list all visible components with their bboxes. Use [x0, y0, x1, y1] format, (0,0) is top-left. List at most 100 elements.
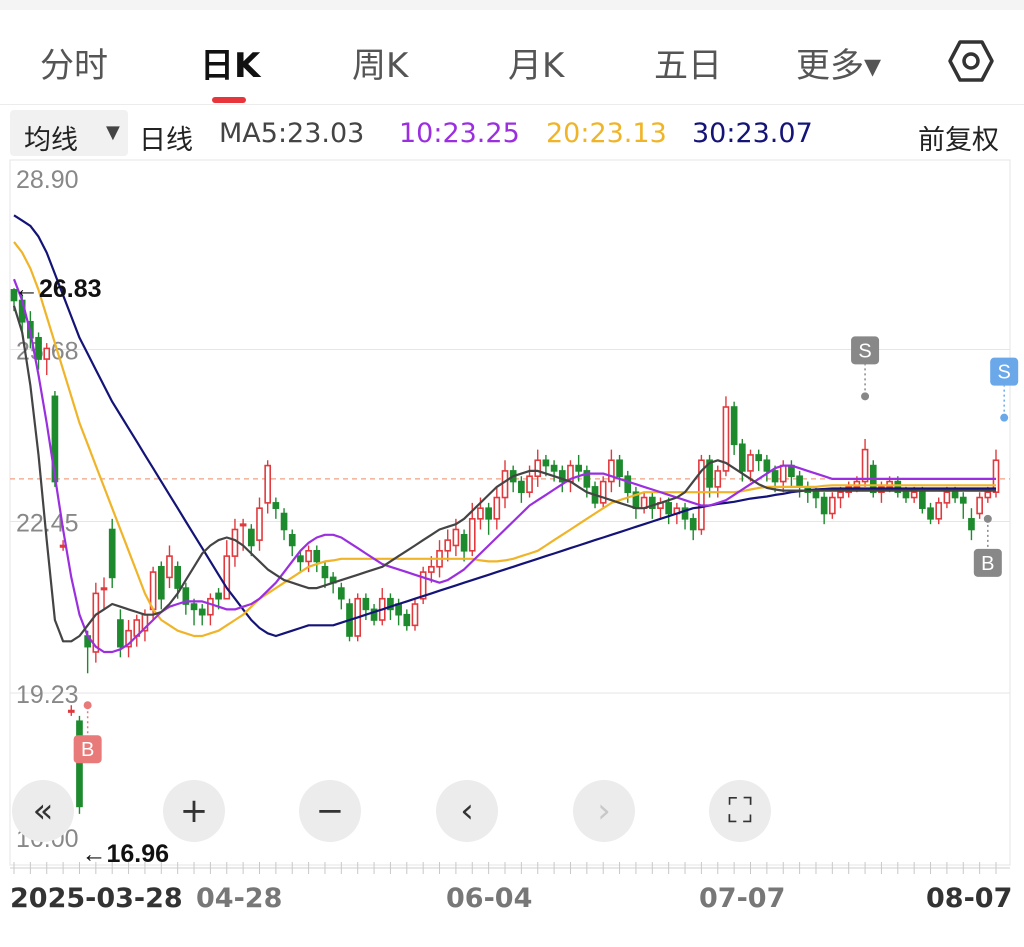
candle-body-up: [608, 459, 615, 483]
candle-body-down: [796, 475, 803, 488]
next-button[interactable]: ›: [573, 780, 635, 842]
candle: [166, 545, 173, 589]
candle-body-up: [100, 587, 108, 591]
candle-body-down: [575, 464, 582, 472]
candle: [796, 470, 803, 498]
candle: [689, 513, 697, 541]
candle-body-up: [828, 496, 836, 515]
candle-body-down: [157, 565, 165, 600]
candle-body-down: [35, 336, 42, 360]
tabs-divider: [0, 104, 1024, 105]
candle-body-up: [747, 454, 754, 472]
candle: [231, 518, 239, 567]
candle: [157, 561, 165, 610]
candle-body-down: [117, 619, 124, 648]
rewind-button[interactable]: «: [12, 780, 74, 842]
candle-body-up: [444, 539, 452, 552]
zoom-out-button[interactable]: −: [299, 780, 361, 842]
candle-body-down: [272, 502, 280, 509]
candle: [927, 502, 934, 525]
candle: [509, 465, 517, 493]
y-tick-label: 22.45: [16, 510, 79, 538]
trade-marker-sell: S: [851, 336, 880, 401]
fullscreen-button[interactable]: ⛶: [709, 780, 771, 842]
trade-marker-dot: [983, 514, 992, 523]
candle: [190, 598, 198, 626]
candle-body-up: [935, 502, 943, 520]
zoom-in-button[interactable]: +: [163, 780, 225, 842]
candle-body-down: [771, 470, 779, 483]
candle: [599, 476, 607, 509]
tab-weekly-k[interactable]: 周K: [352, 38, 408, 87]
candle: [501, 460, 509, 509]
candle: [256, 497, 263, 551]
trade-marker-dot: [83, 701, 92, 710]
candle-body-up: [837, 491, 844, 499]
candle: [198, 604, 206, 626]
trade-marker-sell-blue: S: [990, 357, 1019, 422]
candle-body-down: [919, 491, 926, 509]
candle-body-up: [411, 603, 419, 627]
candle-body-up: [239, 523, 247, 527]
candle-body-down: [337, 587, 345, 600]
candle-body-down: [730, 406, 738, 446]
candle: [337, 582, 345, 610]
candle: [264, 460, 272, 514]
trade-marker-dot: [861, 392, 870, 401]
candle: [976, 492, 983, 519]
tab-monthly-k[interactable]: 月K: [508, 38, 564, 87]
candle: [804, 481, 812, 503]
candle-body-down: [738, 443, 746, 472]
candle: [460, 529, 468, 562]
candle-body-down: [820, 496, 828, 515]
candle-body-down: [313, 549, 321, 563]
trade-marker-dot: [1000, 413, 1009, 422]
candle: [820, 492, 828, 525]
tab-five-day[interactable]: 五日: [654, 38, 722, 87]
candle-body-down: [321, 565, 329, 579]
candle-body-down: [542, 459, 550, 467]
max-price-marker: ←26.83: [14, 275, 102, 303]
candle-body-up: [493, 496, 501, 520]
candle-body-up: [984, 491, 992, 499]
status-strip: [0, 0, 1024, 10]
candle-body-down: [763, 459, 771, 472]
trade-marker-buy-gray: B: [973, 514, 1002, 577]
hexagon-gear-icon[interactable]: [948, 38, 994, 84]
candle: [959, 492, 967, 519]
candle-body-down: [198, 608, 206, 616]
candle-body-down: [108, 528, 116, 579]
candlestick-chart[interactable]: 28.9025.6822.4519.2316.00←26.83←16.96BSB…: [0, 150, 1024, 880]
candle: [657, 497, 664, 519]
candle-body-up: [223, 555, 231, 600]
tab-more[interactable]: 更多▾: [796, 38, 881, 87]
trade-marker-label: S: [858, 340, 871, 362]
active-tab-indicator: [212, 97, 246, 103]
x-label-jun04: 06-04: [446, 883, 533, 914]
candle-body-down: [247, 528, 255, 547]
candle: [755, 449, 763, 471]
candle-body-down: [812, 491, 820, 499]
candle: [534, 449, 542, 487]
x-label-start: 2025-03-28: [10, 883, 183, 914]
candle: [133, 614, 141, 647]
prev-button[interactable]: ‹: [436, 780, 498, 842]
candle-body-down: [403, 613, 411, 627]
y-tick-label: 19.23: [16, 681, 79, 709]
candle-body-up: [534, 459, 542, 478]
candle: [207, 593, 214, 626]
tab-intraday[interactable]: 分时: [40, 38, 108, 87]
candle: [730, 401, 738, 455]
period-tabs: 分时 日K 周K 月K 五日 更多▾: [0, 10, 1024, 102]
candle-body-up: [166, 555, 173, 579]
candle-body-up: [910, 491, 918, 499]
caret-down-icon: ▼: [106, 122, 120, 143]
candle-body-up: [943, 491, 951, 504]
candle: [968, 508, 975, 541]
tab-daily-k[interactable]: 日K: [200, 38, 260, 87]
min-price-marker: ←16.96: [81, 840, 169, 868]
candle-body-down: [485, 507, 492, 520]
candle-body-down: [927, 507, 934, 520]
candle: [313, 545, 321, 573]
candle-body-down: [190, 603, 198, 611]
